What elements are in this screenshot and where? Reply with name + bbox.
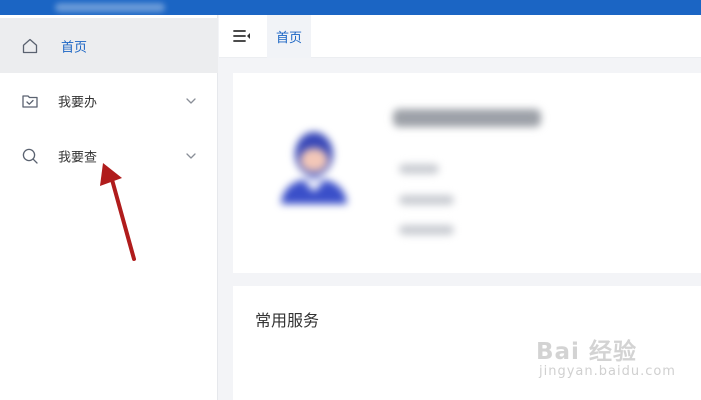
blurred-user-info bbox=[399, 195, 454, 205]
home-icon bbox=[22, 38, 38, 53]
sidebar-item-label: 我要查 bbox=[58, 150, 98, 165]
sidebar-item-todo[interactable]: 我要办 bbox=[0, 73, 218, 128]
blurred-user-name bbox=[393, 109, 541, 127]
sidebar-item-label: 首页 bbox=[61, 40, 88, 55]
user-avatar bbox=[281, 132, 347, 204]
user-profile-card bbox=[233, 73, 701, 273]
common-services-card: 常用服务 bbox=[233, 286, 701, 400]
tab-bar: 首页 bbox=[219, 15, 701, 58]
tab-home[interactable]: 首页 bbox=[267, 15, 311, 58]
chevron-down-icon[interactable] bbox=[185, 95, 197, 107]
top-header-bar bbox=[0, 0, 701, 15]
sidebar-item-label: 我要办 bbox=[58, 95, 98, 110]
sidebar-item-home[interactable]: 首页 bbox=[0, 18, 218, 73]
chevron-down-icon[interactable] bbox=[185, 150, 197, 162]
blurred-user-info bbox=[399, 164, 439, 174]
folder-check-icon bbox=[22, 94, 38, 108]
sidebar-item-query[interactable]: 我要查 bbox=[0, 128, 218, 183]
blurred-user-info bbox=[399, 225, 454, 235]
sidebar: 首页 我要办 我要查 bbox=[0, 15, 218, 400]
services-title: 常用服务 bbox=[255, 311, 320, 330]
menu-fold-icon[interactable] bbox=[232, 27, 252, 45]
blurred-site-logo bbox=[55, 3, 165, 12]
search-icon bbox=[22, 148, 38, 164]
